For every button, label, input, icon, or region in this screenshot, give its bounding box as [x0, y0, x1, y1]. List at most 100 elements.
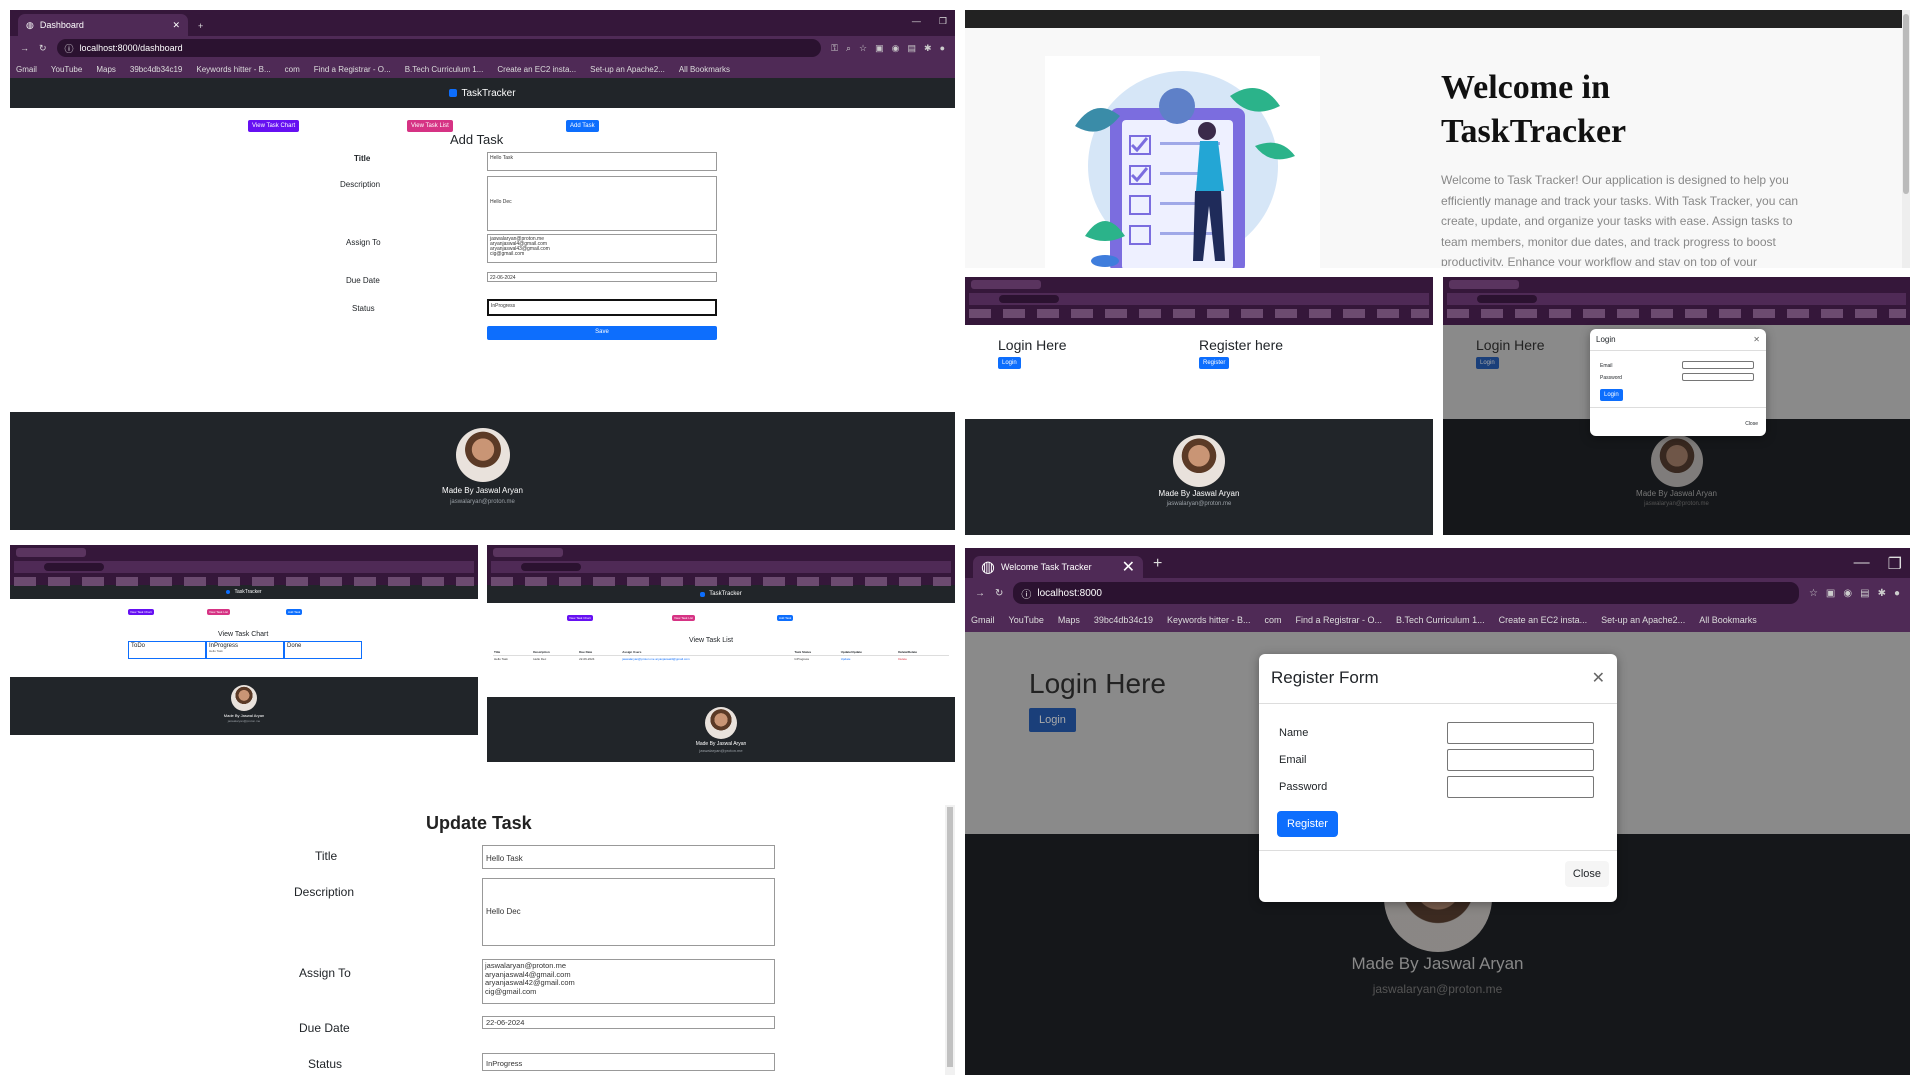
reload-icon[interactable]: ↻	[995, 588, 1003, 599]
bookmark-item[interactable]: Keywords hitter - B...	[196, 65, 270, 74]
task-card[interactable]: Hello Task	[209, 649, 281, 653]
reload-icon[interactable]: ↻	[39, 43, 47, 54]
bookmark-item[interactable]: 39bc4db34c19	[1094, 615, 1153, 625]
bookmark-item[interactable]: All Bookmarks	[679, 65, 730, 74]
bookmark-item[interactable]: Find a Registrar - O...	[1296, 615, 1383, 625]
extension-icon[interactable]: ▤	[1860, 588, 1869, 599]
bookmark-item[interactable]: Set-up an Apache2...	[1601, 615, 1685, 625]
browser-tab[interactable]: ◍ Welcome Task Tracker ✕	[973, 556, 1143, 578]
password-field[interactable]	[1447, 776, 1594, 798]
zoom-icon[interactable]: ⌕	[846, 43, 851, 54]
brand-name[interactable]: TaskTracker	[234, 589, 261, 595]
assign-option[interactable]: cig@gmail.com	[485, 987, 772, 997]
due-date-input[interactable]: 22-06-2024	[487, 272, 717, 282]
new-tab-icon[interactable]: +	[1153, 555, 1162, 573]
login-heading: Login Here	[1476, 337, 1545, 353]
register-submit-button[interactable]: Register	[1277, 811, 1338, 837]
description-textarea[interactable]: Hello Dec	[487, 176, 717, 231]
bookmark-item[interactable]: YouTube	[1009, 615, 1044, 625]
name-field[interactable]	[1447, 722, 1594, 744]
save-button[interactable]: Save	[487, 326, 717, 340]
puzzle-icon[interactable]: ✱	[924, 43, 932, 54]
bookmark-item[interactable]: 39bc4db34c19	[130, 65, 183, 74]
maximize-icon[interactable]: ❐	[939, 16, 947, 27]
puzzle-icon[interactable]: ✱	[1878, 588, 1886, 599]
bookmark-item[interactable]: B.Tech Curriculum 1...	[405, 65, 484, 74]
view-task-list-button[interactable]: View Task List	[207, 609, 230, 615]
minimize-icon[interactable]: —	[912, 16, 921, 27]
browser-tab[interactable]: ◍ Dashboard ✕	[18, 14, 188, 36]
title-input[interactable]: Hello Task	[487, 152, 717, 171]
brand-name[interactable]: TaskTracker	[709, 591, 741, 597]
bookmark-item[interactable]: Gmail	[971, 615, 995, 625]
table-cell[interactable]: Delete	[897, 656, 949, 663]
due-date-input[interactable]: 22-06-2024	[482, 1016, 775, 1029]
star-icon[interactable]: ☆	[859, 43, 867, 54]
email-field[interactable]	[1682, 361, 1754, 369]
add-task-button[interactable]: Add Task	[286, 609, 303, 615]
assign-to-select[interactable]: jaswalaryan@proton.me aryanjaswal4@gmail.…	[487, 234, 717, 263]
login-button[interactable]: Login	[1476, 357, 1499, 369]
bookmark-item[interactable]: Gmail	[16, 65, 37, 74]
bookmark-item[interactable]: Create an EC2 insta...	[1499, 615, 1588, 625]
footer-email: jaswalaryan@proton.me	[1644, 501, 1709, 507]
table-cell: jaswalaryan@proton.me aryanjaswal4@gmail…	[622, 657, 690, 661]
bookmark-item[interactable]: com	[285, 65, 300, 74]
scrollbar[interactable]	[945, 805, 955, 1075]
bookmark-item[interactable]: YouTube	[51, 65, 82, 74]
bookmark-item[interactable]: Maps	[96, 65, 116, 74]
bookmark-item[interactable]: Maps	[1058, 615, 1080, 625]
close-icon[interactable]: ✕	[1122, 557, 1135, 577]
bookmark-item[interactable]: Keywords hitter - B...	[1167, 615, 1251, 625]
register-button[interactable]: Register	[1199, 357, 1230, 369]
table-cell[interactable]: Update	[840, 656, 897, 663]
key-icon[interactable]: ⚿	[831, 43, 838, 54]
view-task-chart-button[interactable]: View Task Chart	[248, 120, 300, 132]
maximize-icon[interactable]: ❐	[1888, 554, 1902, 574]
close-icon[interactable]: ✕	[172, 20, 180, 31]
scrollbar[interactable]	[1902, 10, 1910, 268]
assign-to-select[interactable]: jaswalaryan@proton.me aryanjaswal4@gmail.…	[482, 959, 775, 1004]
minimize-icon[interactable]: —	[1854, 554, 1870, 574]
extension-icon[interactable]: ▣	[875, 43, 884, 54]
extension-icon[interactable]: ◉	[1843, 588, 1852, 599]
add-task-button[interactable]: Add Task	[566, 120, 599, 132]
view-task-chart-button[interactable]: View Task Chart	[567, 615, 593, 621]
extension-icon[interactable]: ▤	[908, 43, 917, 54]
forward-icon[interactable]: →	[975, 588, 985, 599]
bookmark-item[interactable]: Find a Registrar - O...	[314, 65, 391, 74]
profile-icon[interactable]: ●	[940, 43, 945, 54]
status-select[interactable]: InProgress	[487, 299, 717, 316]
brand-name[interactable]: TaskTracker	[461, 88, 515, 99]
email-field[interactable]	[1447, 749, 1594, 771]
status-select[interactable]: InProgress	[482, 1053, 775, 1071]
bookmark-item[interactable]: B.Tech Curriculum 1...	[1396, 615, 1485, 625]
close-icon[interactable]: ✕	[1753, 335, 1760, 344]
view-task-list-button[interactable]: View Task List	[672, 615, 695, 621]
login-button[interactable]: Login	[998, 357, 1021, 369]
extension-icon[interactable]: ◉	[892, 43, 900, 54]
close-icon[interactable]: ✕	[1592, 668, 1605, 688]
login-submit-button[interactable]: Login	[1600, 389, 1623, 401]
add-task-button[interactable]: Add Task	[777, 615, 794, 621]
view-task-chart-button[interactable]: View Task Chart	[128, 609, 154, 615]
view-task-list-button[interactable]: View Task List	[407, 120, 453, 132]
forward-icon[interactable]: →	[20, 43, 29, 53]
bookmark-item[interactable]: com	[1265, 615, 1282, 625]
login-button[interactable]: Login	[1029, 708, 1076, 732]
profile-icon[interactable]: ●	[1894, 588, 1900, 599]
address-bar[interactable]: ⓘ localhost:8000/dashboard	[56, 39, 822, 57]
password-field[interactable]	[1682, 373, 1754, 381]
description-textarea[interactable]: Hello Dec	[482, 878, 775, 946]
new-tab-icon[interactable]: +	[198, 21, 203, 31]
close-button[interactable]: Close	[1745, 421, 1758, 427]
assign-option[interactable]: cig@gmail.com	[490, 252, 714, 257]
address-bar[interactable]: ⓘ localhost:8000	[1013, 582, 1799, 604]
extension-icon[interactable]: ▣	[1826, 588, 1835, 599]
bookmark-item[interactable]: All Bookmarks	[1699, 615, 1757, 625]
close-button[interactable]: Close	[1564, 861, 1609, 887]
bookmark-item[interactable]: Set-up an Apache2...	[590, 65, 665, 74]
bookmark-item[interactable]: Create an EC2 insta...	[497, 65, 576, 74]
title-input[interactable]: Hello Task	[482, 845, 775, 869]
star-icon[interactable]: ☆	[1809, 588, 1818, 599]
